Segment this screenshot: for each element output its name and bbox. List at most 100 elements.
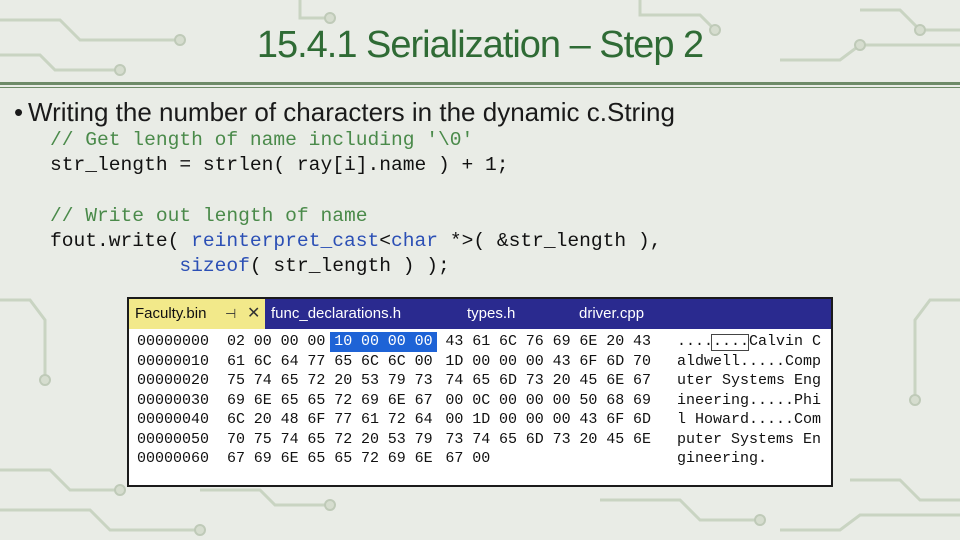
hex-byte[interactable]: 43 [553,352,571,372]
hex-byte[interactable]: 65 [281,391,299,411]
hex-byte[interactable]: 69 [553,332,571,352]
hex-byte[interactable]: 00 [472,352,490,372]
hex-byte[interactable]: 6D [526,430,544,450]
hex-byte[interactable]: 73 [415,371,433,391]
hex-byte[interactable]: 6E [415,449,433,469]
hex-byte[interactable]: 74 [445,371,463,391]
hex-byte[interactable]: 73 [553,430,571,450]
hex-byte[interactable]: 6D [499,371,517,391]
hex-byte[interactable]: 00 [553,391,571,411]
tab-types-h[interactable]: types.h [467,299,515,329]
hex-byte[interactable]: 69 [388,449,406,469]
hex-byte[interactable]: 20 [579,430,597,450]
hex-byte[interactable]: 00 [499,410,517,430]
hex-byte[interactable]: 6E [633,430,651,450]
hex-byte[interactable]: 61 [472,332,490,352]
hex-byte[interactable]: 74 [254,371,272,391]
tab-faculty-bin[interactable]: Faculty.bin [129,299,265,329]
hex-byte[interactable]: 65 [334,449,352,469]
hex-byte[interactable]: 00 [472,449,490,469]
hex-byte[interactable]: 6D [633,410,651,430]
hex-byte[interactable]: 67 [445,449,463,469]
hex-byte[interactable]: 6C [227,410,245,430]
hex-byte[interactable]: 00 [307,332,325,352]
hex-byte[interactable]: 65 [281,371,299,391]
hex-byte[interactable]: 43 [445,332,463,352]
hex-byte[interactable]: 6F [579,352,597,372]
hex-byte[interactable]: 70 [227,430,245,450]
hex-byte[interactable]: 0C [472,391,490,411]
hex-byte[interactable]: 65 [307,449,325,469]
hex-byte[interactable]: 69 [227,391,245,411]
hex-byte[interactable]: 53 [388,430,406,450]
hex-byte[interactable]: 00 [445,410,463,430]
hex-byte[interactable]: 00 [526,410,544,430]
hex-byte[interactable]: 69 [254,449,272,469]
hex-byte[interactable]: 20 [361,430,379,450]
hex-byte[interactable]: 00 [415,352,433,372]
hex-view[interactable]: 00000000 02 00 00 00 10 00 00 00 43 61 6C 76 69 6E 20 43… [129,330,831,485]
hex-byte[interactable]: 77 [334,410,352,430]
hex-byte[interactable]: 1D [445,352,463,372]
hex-byte[interactable]: 53 [361,371,379,391]
hex-byte[interactable]: 00 [526,352,544,372]
hex-byte[interactable]: 45 [606,430,624,450]
hex-byte[interactable]: 74 [281,430,299,450]
hex-byte[interactable]: 02 [227,332,245,352]
hex-byte[interactable]: 72 [334,391,352,411]
hex-byte[interactable]: 20 [254,410,272,430]
hex-byte[interactable]: 74 [472,430,490,450]
hex-byte[interactable]: 6C [254,352,272,372]
hex-byte[interactable]: 43 [579,410,597,430]
hex-byte[interactable]: 75 [227,371,245,391]
hex-byte[interactable]: 00 [553,410,571,430]
hex-byte[interactable]: 72 [361,449,379,469]
tab-driver-cpp[interactable]: driver.cpp [579,299,644,329]
hex-byte[interactable]: 00 [281,332,299,352]
hex-byte[interactable]: 69 [361,391,379,411]
close-icon[interactable]: ✕ [247,299,260,329]
hex-byte[interactable]: 00 [499,352,517,372]
hex-byte[interactable]: 6E [388,391,406,411]
hex-byte[interactable]: 61 [227,352,245,372]
hex-byte[interactable]: 00 [410,332,437,352]
hex-byte[interactable]: 67 [415,391,433,411]
hex-byte[interactable]: 67 [227,449,245,469]
hex-byte[interactable]: 50 [579,391,597,411]
hex-byte[interactable]: 68 [606,391,624,411]
hex-byte[interactable]: 76 [526,332,544,352]
hex-byte[interactable]: 48 [281,410,299,430]
hex-byte[interactable]: 6E [281,449,299,469]
hex-byte[interactable]: 72 [307,371,325,391]
hex-byte[interactable]: 6F [307,410,325,430]
pin-icon[interactable]: ⊣ [225,299,236,329]
hex-byte[interactable]: 70 [633,352,651,372]
hex-byte[interactable]: 61 [361,410,379,430]
hex-byte[interactable]: 20 [334,371,352,391]
hex-byte[interactable]: 65 [307,391,325,411]
hex-byte[interactable]: 6E [254,391,272,411]
hex-byte[interactable]: 6F [606,410,624,430]
hex-byte[interactable]: 79 [415,430,433,450]
hex-byte[interactable]: 6D [606,352,624,372]
hex-byte[interactable]: 75 [254,430,272,450]
hex-byte[interactable]: 6E [606,371,624,391]
hex-byte[interactable]: 67 [633,371,651,391]
hex-byte[interactable]: 65 [307,430,325,450]
hex-byte[interactable]: 6C [361,352,379,372]
hex-byte[interactable]: 73 [526,371,544,391]
hex-byte[interactable]: 77 [307,352,325,372]
hex-byte[interactable]: 6C [388,352,406,372]
hex-byte[interactable]: 64 [281,352,299,372]
hex-byte[interactable]: 69 [633,391,651,411]
hex-byte[interactable]: 00 [526,391,544,411]
hex-byte[interactable]: 72 [388,410,406,430]
hex-byte[interactable]: 00 [499,391,517,411]
hex-byte[interactable]: 65 [499,430,517,450]
hex-byte[interactable]: 00 [254,332,272,352]
hex-byte[interactable]: 72 [334,430,352,450]
hex-byte[interactable]: 43 [633,332,651,352]
hex-byte[interactable]: 65 [334,352,352,372]
hex-byte[interactable]: 20 [553,371,571,391]
tab-func-declarations-h[interactable]: func_declarations.h [271,299,401,329]
